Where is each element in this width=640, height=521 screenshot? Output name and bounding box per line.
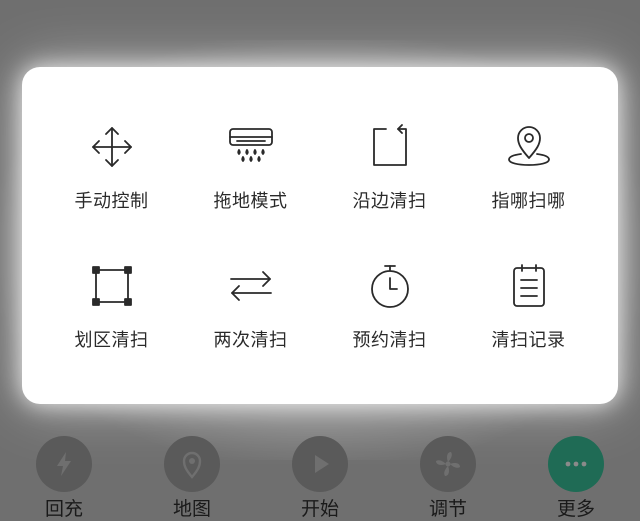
area-clean-button[interactable]: 划区清扫 (42, 262, 181, 385)
area-select-icon (88, 262, 136, 310)
double-clean-label: 两次清扫 (213, 330, 288, 351)
more-dots-icon (548, 436, 604, 492)
area-clean-label: 划区清扫 (74, 330, 149, 351)
fan-icon (420, 436, 476, 492)
schedule-clean-button[interactable]: 预约清扫 (320, 262, 459, 385)
double-clean-button[interactable]: 两次清扫 (181, 262, 320, 385)
clipboard-icon (505, 262, 553, 310)
manual-control-button[interactable]: 手动控制 (42, 115, 181, 262)
tab-recharge[interactable]: 回充 (14, 436, 114, 521)
tab-map-label: 地图 (172, 498, 211, 520)
edge-clean-icon (366, 123, 414, 171)
tab-recharge-label: 回充 (44, 498, 83, 520)
schedule-clean-label: 预约清扫 (352, 330, 427, 351)
tab-more[interactable]: 更多 (526, 436, 626, 521)
tab-map[interactable]: 地图 (142, 436, 242, 521)
move-arrows-icon (88, 123, 136, 171)
mop-mode-button[interactable]: 拖地模式 (181, 115, 320, 262)
menu-grid: 手动控制 拖地模式 沿边清扫 指哪扫哪 划区清扫 两次清扫 预约清扫 清扫记录 (42, 115, 598, 385)
clean-history-button[interactable]: 清扫记录 (459, 262, 598, 385)
manual-control-label: 手动控制 (74, 191, 149, 212)
screen: 手动控制 拖地模式 沿边清扫 指哪扫哪 划区清扫 两次清扫 预约清扫 清扫记录 … (0, 0, 640, 521)
clean-history-label: 清扫记录 (491, 330, 566, 351)
mop-mode-label: 拖地模式 (213, 191, 288, 212)
tab-adjust[interactable]: 调节 (398, 436, 498, 521)
more-menu-panel: 手动控制 拖地模式 沿边清扫 指哪扫哪 划区清扫 两次清扫 预约清扫 清扫记录 (22, 67, 618, 404)
tab-more-label: 更多 (556, 498, 595, 520)
tab-start-label: 开始 (300, 498, 339, 520)
timer-icon (366, 262, 414, 310)
edge-clean-button[interactable]: 沿边清扫 (320, 115, 459, 262)
charge-bolt-icon (36, 436, 92, 492)
mop-icon (227, 123, 275, 171)
play-icon (292, 436, 348, 492)
bottom-nav: 回充 地图 开始 调节 更多 (0, 430, 640, 521)
edge-clean-label: 沿边清扫 (352, 191, 427, 212)
map-pin-icon (164, 436, 220, 492)
tab-start[interactable]: 开始 (270, 436, 370, 521)
point-clean-button[interactable]: 指哪扫哪 (459, 115, 598, 262)
location-pin-icon (505, 123, 553, 171)
repeat-arrows-icon (227, 262, 275, 310)
point-clean-label: 指哪扫哪 (491, 191, 566, 212)
tab-adjust-label: 调节 (428, 498, 467, 520)
